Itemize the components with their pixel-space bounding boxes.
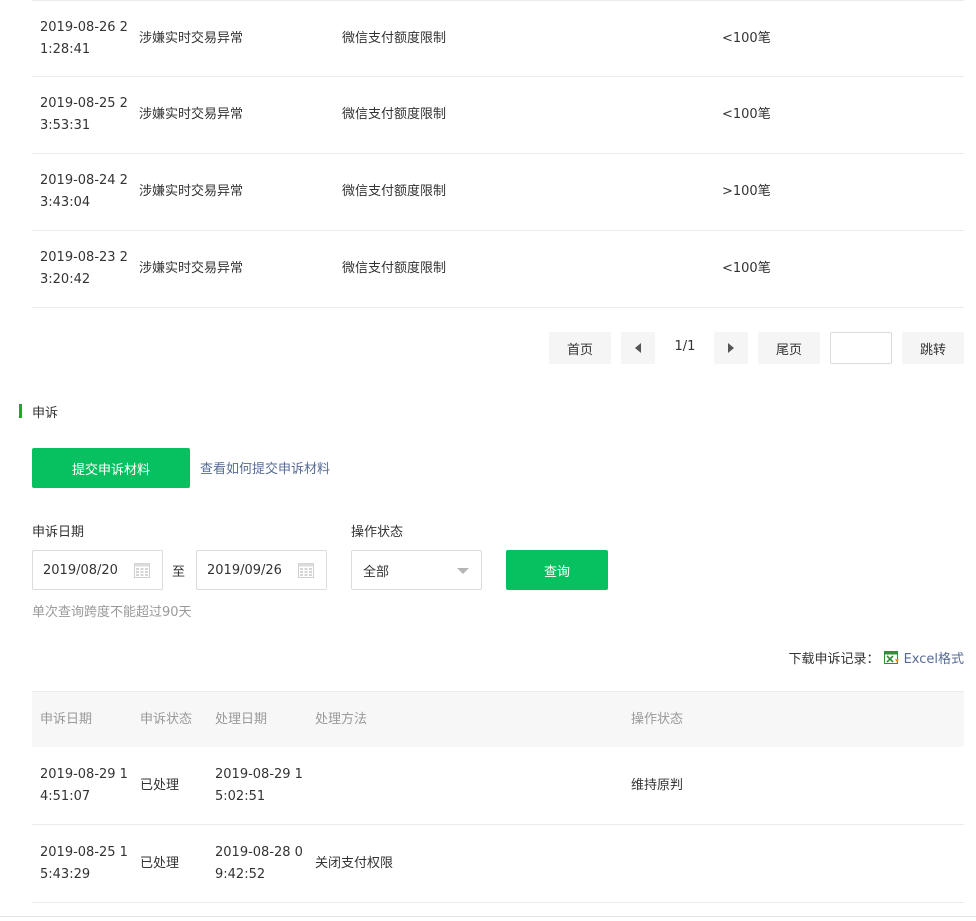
column-header: 申诉状态 (140, 711, 193, 727)
download-label: 下载申诉记录： (788, 652, 880, 667)
record-limit: 微信支付额度限制 (342, 107, 447, 122)
record-time: 2019-08-23 23:20:42 (40, 250, 128, 287)
table-row: 2019-08-24 23:43:04 涉嫌实时交易异常 微信支付额度限制 >1… (32, 154, 964, 231)
excel-icon (883, 650, 899, 664)
section-marker (19, 404, 22, 418)
appeal-state: 已处理 (140, 777, 180, 793)
end-date-value: 2019/09/26 (207, 562, 282, 578)
caret-right-icon (728, 343, 734, 353)
appeal-table: 申诉日期 申诉状态 处理日期 处理方法 操作状态 2019-08-29 14:5… (32, 691, 964, 903)
table-header: 申诉日期 申诉状态 处理日期 处理方法 操作状态 (32, 691, 964, 747)
record-count: >100笔 (722, 184, 771, 199)
last-page-button[interactable]: 尾页 (758, 332, 820, 364)
record-limit: 微信支付额度限制 (342, 184, 447, 199)
section-title: 申诉 (32, 406, 59, 421)
column-header: 操作状态 (631, 711, 684, 727)
next-page-button[interactable] (714, 332, 748, 364)
query-button[interactable]: 查询 (506, 550, 608, 590)
table-row: 2019-08-26 21:28:41 涉嫌实时交易异常 微信支付额度限制 <1… (32, 0, 964, 77)
page-jump-input[interactable] (830, 332, 892, 364)
process-method: 关闭支付权限 (315, 855, 394, 871)
end-date-input[interactable]: 2019/09/26 (196, 550, 327, 590)
record-count: <100笔 (722, 261, 771, 276)
record-limit: 微信支付额度限制 (342, 30, 447, 46)
table-row: 2019-08-25 15:43:29 已处理 2019-08-28 09:42… (32, 825, 964, 903)
submit-appeal-button[interactable]: 提交申诉材料 (32, 448, 190, 488)
column-header: 申诉日期 (40, 711, 93, 727)
record-reason: 涉嫌实时交易异常 (139, 30, 244, 46)
table-row: 2019-08-23 23:20:42 涉嫌实时交易异常 微信支付额度限制 <1… (32, 231, 964, 308)
howto-link[interactable]: 查看如何提交申诉材料 (200, 458, 330, 477)
page-indicator: 1/1 (674, 338, 696, 354)
operation-status (631, 825, 931, 902)
process-date: 2019-08-28 09:42:52 (215, 844, 303, 882)
calendar-icon (298, 563, 314, 578)
excel-download-link[interactable]: Excel格式 (904, 648, 964, 667)
record-reason: 涉嫌实时交易异常 (139, 184, 244, 199)
start-date-input[interactable]: 2019/08/20 (32, 550, 163, 590)
record-time: 2019-08-26 21:28:41 (40, 19, 128, 57)
start-date-value: 2019/08/20 (43, 562, 118, 578)
status-select-value: 全部 (363, 564, 390, 580)
column-header: 处理日期 (215, 711, 268, 727)
record-limit: 微信支付额度限制 (342, 261, 447, 276)
column-header: 处理方法 (315, 711, 368, 727)
operation-status-label: 操作状态 (351, 525, 404, 540)
record-reason: 涉嫌实时交易异常 (139, 261, 244, 276)
calendar-icon (134, 563, 150, 578)
prev-page-button[interactable] (621, 332, 655, 364)
record-time: 2019-08-25 23:53:31 (40, 96, 128, 133)
appeal-date: 2019-08-29 14:51:07 (40, 766, 128, 804)
record-count: <100笔 (722, 30, 771, 46)
record-time: 2019-08-24 23:43:04 (40, 173, 128, 210)
operation-status: 维持原判 (631, 777, 684, 793)
jump-button[interactable]: 跳转 (902, 332, 964, 364)
table-row: 2019-08-25 23:53:31 涉嫌实时交易异常 微信支付额度限制 <1… (32, 77, 964, 154)
record-count: <100笔 (722, 107, 771, 122)
appeal-date-label: 申诉日期 (32, 525, 85, 540)
date-range-separator: 至 (172, 565, 186, 580)
status-select[interactable]: 全部 (351, 550, 482, 590)
divider (0, 916, 976, 917)
chevron-down-icon (457, 568, 469, 574)
process-date: 2019-08-29 15:02:51 (215, 766, 303, 804)
record-reason: 涉嫌实时交易异常 (139, 107, 244, 122)
appeal-state: 已处理 (140, 855, 180, 871)
caret-left-icon (635, 343, 641, 353)
date-range-hint: 单次查询跨度不能超过90天 (32, 605, 192, 620)
download-records: 下载申诉记录： Excel格式 (789, 648, 964, 667)
appeal-date: 2019-08-25 15:43:29 (40, 844, 128, 882)
record-table: 2019-08-26 21:28:41 涉嫌实时交易异常 微信支付额度限制 <1… (32, 0, 964, 308)
table-row: 2019-08-29 14:51:07 已处理 2019-08-29 15:02… (32, 747, 964, 825)
pagination: 首页 1/1 尾页 跳转 (0, 332, 976, 364)
first-page-button[interactable]: 首页 (549, 332, 611, 364)
page: 2019-08-26 21:28:41 涉嫌实时交易异常 微信支付额度限制 <1… (0, 0, 976, 921)
process-method (315, 747, 615, 824)
